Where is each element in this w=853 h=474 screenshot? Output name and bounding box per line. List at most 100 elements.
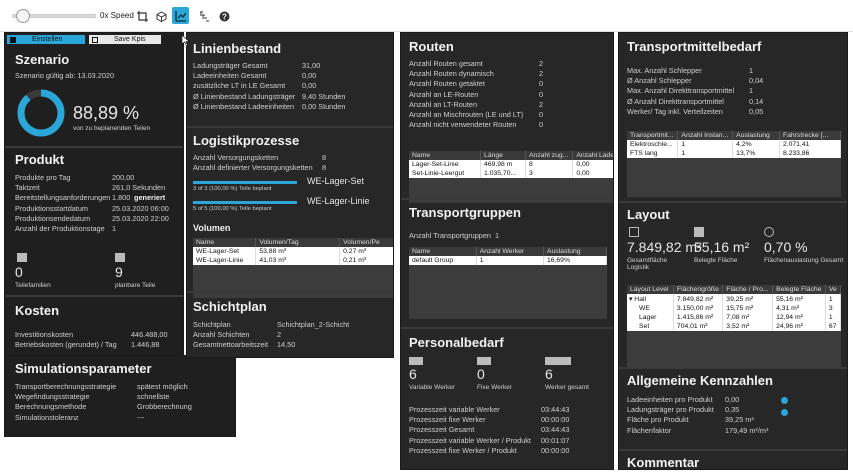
- kv-key: Anzahl an LE-Routen: [409, 89, 479, 99]
- table-row[interactable]: Lager-Set-Linie 469,98 m 8 0,00: [409, 160, 613, 169]
- table-cell: [779, 176, 841, 185]
- kv-row: Flächenfaktor 179,49 m²/m³: [627, 426, 847, 436]
- table-cell: WE-Lager-Set: [193, 247, 257, 256]
- table-cell: [732, 158, 780, 167]
- speed-slider[interactable]: [12, 9, 96, 23]
- progress-bar: [193, 201, 297, 204]
- table-cell: 1: [476, 256, 544, 265]
- table-cell: [779, 158, 841, 167]
- save-kpis-button[interactable]: Save Kpis: [89, 35, 161, 44]
- kv-extra: generiert: [134, 193, 166, 203]
- table-header-cell[interactable]: Flächengröße: [673, 285, 724, 294]
- table-row[interactable]: ▾ Hall 7.849,82 m² 39,25 m² 55,16 m² 1: [627, 294, 841, 304]
- table-cell: 4,31 m²: [772, 304, 826, 313]
- table-cell: [476, 265, 544, 274]
- einstellen-button[interactable]: Einstellen: [7, 35, 85, 44]
- table-row[interactable]: WE-Lager-Linie 41,03 m³ 0,21 m³: [193, 256, 393, 265]
- table-cell: [627, 167, 678, 176]
- table-header-cell[interactable]: Belegte Fläche: [772, 285, 826, 294]
- table-header-row: Name Volumen/Tag Volumen/Pe: [193, 238, 393, 247]
- kv-key: Ladungsträger pro Produkt: [627, 405, 714, 415]
- table-cell: [732, 176, 780, 185]
- kv-key: Ladeeinheiten Gesamt: [193, 71, 267, 81]
- table-empty-row: [193, 274, 393, 283]
- table-row[interactable]: WE-Lager-Set 53,88 m³ 0,27 m³: [193, 247, 393, 256]
- info-icon[interactable]: [781, 397, 788, 404]
- table-header-cell[interactable]: Fahrstrecke [...: [779, 131, 841, 140]
- kv-row: Ladeeinheiten Gesamt 0,00: [193, 71, 393, 81]
- crop-icon[interactable]: [134, 8, 150, 24]
- kv-row: zusätzliche LT in LE Gesamt 0,00: [193, 81, 393, 91]
- logistik-list: Anzahl Versorgungsketten 8 Anzahl definier…: [193, 153, 393, 173]
- table-header-cell[interactable]: Layout Level: [627, 285, 674, 294]
- table-header-cell[interactable]: Ve: [825, 285, 841, 294]
- speed-slider-handle[interactable]: [16, 9, 31, 23]
- table-cell: 0,21 m³: [339, 256, 393, 265]
- table-cell: 3: [825, 304, 841, 313]
- table-header-cell[interactable]: Auslastung: [543, 247, 607, 256]
- transportgruppen-title: Transportgruppen: [409, 205, 521, 220]
- table-header-cell[interactable]: Anzahl Ladee: [572, 151, 613, 160]
- kv-key: Anzahl der Produktionstage: [15, 224, 105, 234]
- kv-key: Ø Anzahl Schlepper: [627, 76, 692, 86]
- kv-row: Anzahl an LT-Routen 2: [409, 100, 609, 110]
- table-row[interactable]: default Group 1 16,69%: [409, 256, 607, 265]
- table-header-cell[interactable]: Name: [193, 238, 257, 247]
- table-row[interactable]: WE 3.150,00 m² 15,75 m² 4,31 m² 3: [627, 304, 841, 313]
- table-header-cell[interactable]: Name: [409, 151, 482, 160]
- table-row[interactable]: Set 704,01 m² 3,52 m² 24,96 m² 67: [627, 322, 841, 331]
- table-row[interactable]: FTS lang 1 13,7% 8.233,86: [627, 149, 841, 158]
- kv-row: Anzahl an LE-Routen 0: [409, 90, 609, 100]
- kv-row: Ladeeinheiten pro Produkt 0,00: [627, 395, 847, 405]
- table-header-cell[interactable]: Auslastung: [732, 131, 780, 140]
- info-icon[interactable]: [781, 409, 788, 416]
- kv-key: Anzahl Versorgungsketten: [193, 153, 279, 162]
- table-header-cell[interactable]: Volumen/Tag: [255, 238, 341, 247]
- worker-icon: [545, 357, 571, 365]
- table-row[interactable]: Elektroschle... 1 4,2% 2.071,41: [627, 140, 841, 149]
- table-cell: [193, 274, 256, 283]
- table-row[interactable]: Set-Linie-Leergut 1.035,70... 3 0,00: [409, 169, 613, 178]
- personal-kpi-label: Fixe Werker: [477, 384, 512, 391]
- table-cell: 1: [677, 149, 734, 158]
- kv-value: 0: [539, 120, 544, 130]
- kv-row: Berechnungsmethode Grobberechnung: [15, 402, 235, 412]
- table-header-cell[interactable]: Anzahl Instan...: [677, 131, 734, 140]
- kv-value: 0,14: [749, 96, 764, 106]
- table-cell: [480, 178, 526, 187]
- tree-icon[interactable]: [196, 8, 212, 24]
- teilefamilien-label: Teilefamilien: [15, 282, 51, 289]
- kv-value: 00:01:07: [541, 435, 570, 445]
- table-cell: [525, 187, 573, 196]
- personal-kpi-value: 6: [545, 366, 553, 382]
- table-header-row: Name Anzahl Werker Auslastung: [409, 247, 607, 256]
- save-kpis-label: Save Kpis: [114, 36, 146, 43]
- kv-row: Anzahl definierter Versorgungsketten 8: [193, 163, 393, 173]
- kv-row: Betriebskosten (gerundet) / Tag 1.446,88: [15, 340, 183, 350]
- chart-icon[interactable]: [172, 7, 189, 24]
- kv-key: Prozesszeit variable Werker: [409, 405, 500, 414]
- divider: [5, 295, 183, 297]
- help-icon[interactable]: ?: [216, 8, 232, 24]
- kv-value: 03:44:43: [541, 425, 570, 435]
- table-header-cell[interactable]: Transportmit...: [627, 131, 679, 140]
- table-row[interactable]: Lager 1.415,86 m² 7,08 m² 12,94 m² 1: [627, 313, 841, 322]
- table-header-cell[interactable]: Volumen/Pe: [339, 238, 393, 247]
- table-header-cell[interactable]: Anzahl zug...: [525, 151, 574, 160]
- kv-value: Schichtplan_2-Schicht: [277, 320, 350, 329]
- kv-key: Ø Linienbestand Ladungsträger: [193, 91, 296, 101]
- kv-key: Anzahl an Mischrouten (LE und LT): [409, 110, 524, 120]
- kv-key: Anzahl Routen getaktet: [409, 79, 485, 89]
- table-cell: 1.035,70...: [480, 169, 527, 178]
- layout-title: Layout: [627, 207, 670, 222]
- kv-value: 14,50: [277, 340, 296, 350]
- table-header-cell[interactable]: Name: [409, 247, 477, 256]
- personal-kpis: 6 Variable Werker 0 Fixe Werker 6 Werker gesa…: [409, 357, 613, 403]
- table-cell: [409, 274, 477, 283]
- cube-icon[interactable]: [153, 8, 169, 24]
- table-cell: 0,27 m³: [339, 247, 393, 256]
- table-header-cell[interactable]: Länge: [480, 151, 527, 160]
- table-header-cell[interactable]: Anzahl Werker: [476, 247, 544, 256]
- linienbestand-list: Ladungsträger Gesamt 31,00 Ladeeinheiten G…: [193, 61, 393, 112]
- table-header-cell[interactable]: Fläche / Pro...: [722, 285, 774, 294]
